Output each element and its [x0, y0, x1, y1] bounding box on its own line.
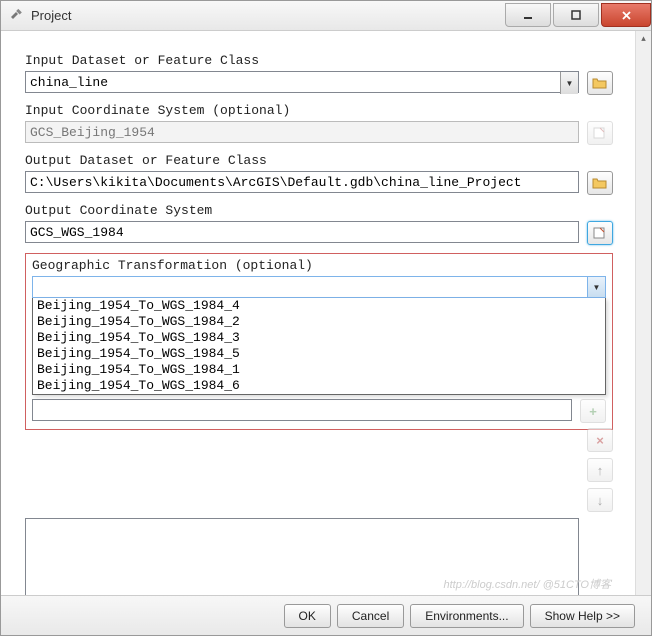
- vertical-scrollbar[interactable]: ▴: [635, 31, 651, 595]
- output-cs-field[interactable]: [25, 221, 579, 243]
- remove-button: ×: [587, 428, 613, 452]
- hammer-icon: [9, 8, 25, 24]
- dropdown-option[interactable]: Beijing_1954_To_WGS_1984_5: [33, 346, 605, 362]
- close-button[interactable]: [601, 3, 651, 27]
- cross-icon: ×: [596, 433, 604, 448]
- ok-button[interactable]: OK: [284, 604, 331, 628]
- geo-transform-section: Geographic Transformation (optional) ▼ B…: [25, 253, 613, 430]
- geo-transform-label: Geographic Transformation (optional): [32, 258, 606, 273]
- properties-icon: [592, 126, 608, 140]
- move-up-button: ↑: [587, 458, 613, 482]
- geo-transform-input[interactable]: [32, 276, 606, 298]
- dropdown-option[interactable]: Beijing_1954_To_WGS_1984_2: [33, 314, 605, 330]
- dropdown-option[interactable]: Beijing_1954_To_WGS_1984_3: [33, 330, 605, 346]
- output-cs-label: Output Coordinate System: [25, 203, 613, 218]
- button-bar: OK Cancel Environments... Show Help >>: [1, 595, 651, 635]
- cancel-button[interactable]: Cancel: [337, 604, 404, 628]
- move-down-button: ↓: [587, 488, 613, 512]
- geo-transform-combo[interactable]: ▼ Beijing_1954_To_WGS_1984_4 Beijing_195…: [32, 276, 606, 395]
- scroll-up-icon[interactable]: ▴: [637, 33, 651, 47]
- titlebar: Project: [1, 1, 651, 31]
- input-cs-field: [25, 121, 579, 143]
- plus-icon: +: [589, 404, 597, 419]
- output-cs-group: Output Coordinate System: [25, 203, 613, 245]
- output-dataset-group: Output Dataset or Feature Class: [25, 153, 613, 195]
- browse-button[interactable]: [587, 71, 613, 95]
- show-help-button[interactable]: Show Help >>: [530, 604, 635, 628]
- dropdown-option[interactable]: Beijing_1954_To_WGS_1984_4: [33, 298, 605, 314]
- arrow-up-icon: ↑: [597, 463, 604, 478]
- geo-transform-dropdown[interactable]: Beijing_1954_To_WGS_1984_4 Beijing_1954_…: [32, 298, 606, 395]
- output-cs-properties-button[interactable]: [587, 221, 613, 245]
- maximize-button[interactable]: [553, 3, 599, 27]
- chevron-down-icon[interactable]: ▼: [587, 277, 605, 297]
- output-browse-button[interactable]: [587, 171, 613, 195]
- title-left: Project: [9, 8, 71, 24]
- input-dataset-field[interactable]: [25, 71, 579, 93]
- folder-open-icon: [592, 76, 608, 90]
- minimize-button[interactable]: [505, 3, 551, 27]
- input-cs-properties-button: [587, 121, 613, 145]
- window-controls: [503, 4, 651, 27]
- arrow-down-icon: ↓: [597, 493, 604, 508]
- properties-icon: [592, 226, 608, 240]
- content-area: ▴ Input Dataset or Feature Class ▼ In: [1, 31, 651, 595]
- add-button: +: [580, 399, 606, 423]
- output-dataset-label: Output Dataset or Feature Class: [25, 153, 613, 168]
- input-cs-group: Input Coordinate System (optional): [25, 103, 613, 145]
- transform-listbox[interactable]: [25, 518, 579, 595]
- folder-open-icon: [592, 176, 608, 190]
- input-dataset-group: Input Dataset or Feature Class ▼: [25, 53, 613, 95]
- dropdown-option[interactable]: Beijing_1954_To_WGS_1984_1: [33, 362, 605, 378]
- environments-button[interactable]: Environments...: [410, 604, 523, 628]
- dropdown-option[interactable]: Beijing_1954_To_WGS_1984_6: [33, 378, 605, 394]
- window-title: Project: [31, 8, 71, 23]
- chevron-down-icon[interactable]: ▼: [560, 72, 578, 94]
- input-cs-label: Input Coordinate System (optional): [25, 103, 613, 118]
- project-dialog: Project ▴ Input Dataset or Feature Class: [0, 0, 652, 636]
- transform-selected-list[interactable]: [32, 399, 572, 421]
- output-dataset-field[interactable]: [25, 171, 579, 193]
- input-dataset-label: Input Dataset or Feature Class: [25, 53, 613, 68]
- input-dataset-combo[interactable]: ▼: [25, 71, 579, 95]
